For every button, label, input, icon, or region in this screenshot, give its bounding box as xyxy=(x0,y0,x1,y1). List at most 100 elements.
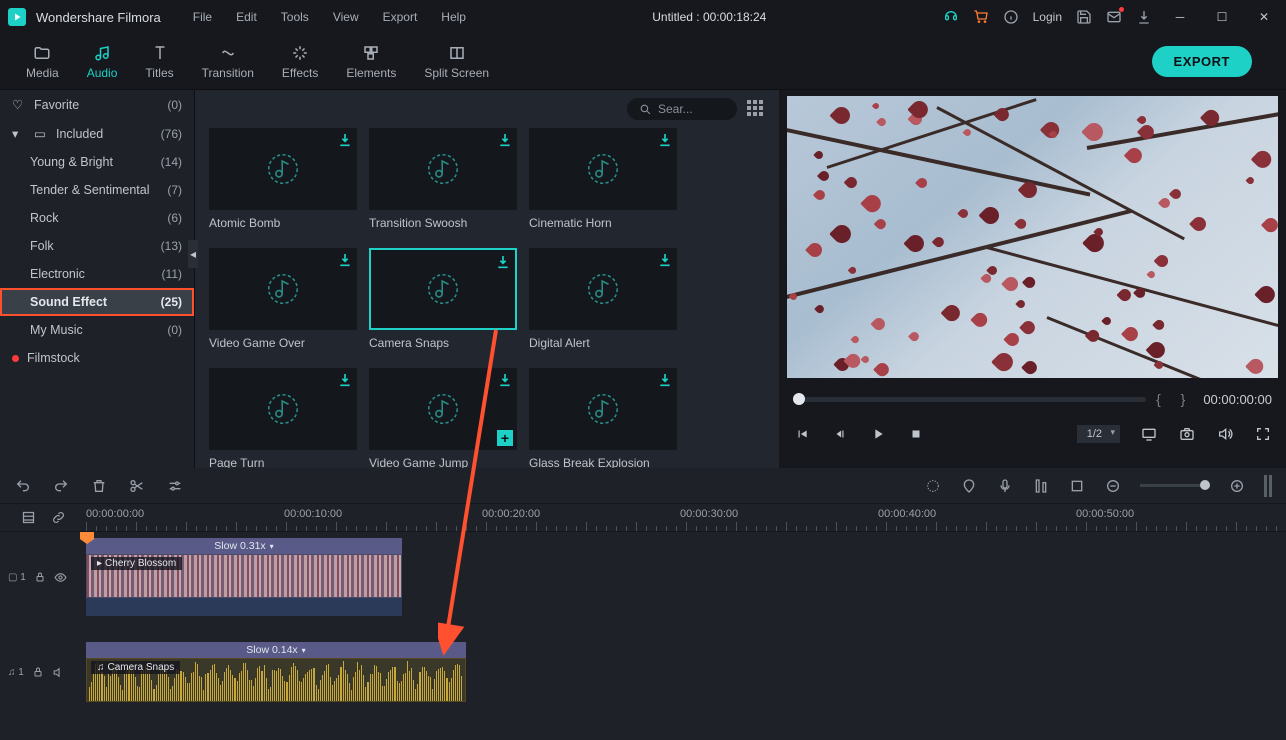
menu-edit[interactable]: Edit xyxy=(226,6,267,28)
menu-file[interactable]: File xyxy=(183,6,222,28)
sidebar-item-young-bright[interactable]: Young & Bright(14) xyxy=(0,148,194,176)
crop-icon[interactable] xyxy=(1068,477,1086,495)
display-icon[interactable] xyxy=(1140,425,1158,443)
sidebar-collapse-handle[interactable]: ◂ xyxy=(188,240,198,268)
timeline-end-icon[interactable] xyxy=(1264,475,1272,497)
video-speed-bar[interactable]: Slow 0.31x xyxy=(86,538,402,554)
tab-elements[interactable]: Elements xyxy=(332,39,410,84)
audio-clip-item[interactable]: Glass Break Explosion xyxy=(529,368,677,468)
cart-icon[interactable] xyxy=(973,9,989,25)
marker-icon[interactable] xyxy=(960,477,978,495)
window-minimize[interactable]: ─ xyxy=(1166,3,1194,31)
download-icon[interactable] xyxy=(497,372,513,388)
add-to-timeline-icon[interactable]: + xyxy=(497,430,513,446)
sidebar-item-tender[interactable]: Tender & Sentimental(7) xyxy=(0,176,194,204)
zoom-in-button[interactable] xyxy=(1228,477,1246,495)
info-icon[interactable] xyxy=(1003,9,1019,25)
progress-handle[interactable] xyxy=(793,393,805,405)
audio-clip-item[interactable]: Digital Alert xyxy=(529,248,677,350)
prev-frame-button[interactable] xyxy=(793,425,811,443)
sidebar-item-sound-effect[interactable]: Sound Effect(25) xyxy=(0,288,194,316)
split-button[interactable] xyxy=(128,477,146,495)
redo-button[interactable] xyxy=(52,477,70,495)
clip-thumbnail[interactable] xyxy=(529,128,677,210)
volume-icon[interactable] xyxy=(1216,425,1234,443)
record-icon[interactable] xyxy=(996,477,1014,495)
render-icon[interactable] xyxy=(924,477,942,495)
tab-effects[interactable]: Effects xyxy=(268,39,332,84)
download-icon[interactable] xyxy=(1136,9,1152,25)
menu-help[interactable]: Help xyxy=(431,6,476,28)
audio-clip[interactable]: Slow 0.14x ♫ Camera Snaps xyxy=(86,642,466,702)
play-button[interactable] xyxy=(869,425,887,443)
audio-clip-item[interactable]: Camera Snaps xyxy=(369,248,517,350)
sidebar-item-favorite[interactable]: ♡Favorite(0) xyxy=(0,90,194,119)
tab-audio[interactable]: Audio xyxy=(73,39,132,84)
fullscreen-icon[interactable] xyxy=(1254,425,1272,443)
tab-split-screen[interactable]: Split Screen xyxy=(410,39,503,84)
message-icon[interactable] xyxy=(1106,9,1122,25)
sidebar-item-filmstock[interactable]: Filmstock xyxy=(0,344,194,372)
save-icon[interactable] xyxy=(1076,9,1092,25)
mixer-icon[interactable] xyxy=(1032,477,1050,495)
clip-thumbnail[interactable] xyxy=(209,128,357,210)
download-icon[interactable] xyxy=(657,252,673,268)
speaker-icon[interactable] xyxy=(52,666,65,679)
playhead[interactable] xyxy=(86,532,88,740)
audio-clip-item[interactable]: Transition Swoosh xyxy=(369,128,517,230)
clip-thumbnail[interactable]: + xyxy=(369,368,517,450)
audio-clip-item[interactable]: Atomic Bomb xyxy=(209,128,357,230)
stop-button[interactable] xyxy=(907,425,925,443)
download-icon[interactable] xyxy=(337,372,353,388)
track-manager-icon[interactable] xyxy=(19,509,37,527)
window-close[interactable]: ✕ xyxy=(1250,3,1278,31)
tab-transition[interactable]: Transition xyxy=(188,39,268,84)
audio-clip-item[interactable]: Page Turn xyxy=(209,368,357,468)
audio-clip-item[interactable]: + Video Game Jump xyxy=(369,368,517,468)
grid-view-icon[interactable] xyxy=(747,100,765,118)
zoom-slider[interactable] xyxy=(1140,484,1210,487)
menu-view[interactable]: View xyxy=(323,6,369,28)
audio-speed-bar[interactable]: Slow 0.14x xyxy=(86,642,466,658)
search-input[interactable]: Sear... xyxy=(627,98,737,120)
clip-thumbnail[interactable] xyxy=(529,368,677,450)
range-braces[interactable]: { } xyxy=(1156,391,1193,407)
menu-tools[interactable]: Tools xyxy=(271,6,319,28)
clip-thumbnail[interactable] xyxy=(529,248,677,330)
tab-titles[interactable]: Titles xyxy=(131,39,187,84)
download-icon[interactable] xyxy=(337,252,353,268)
headset-icon[interactable] xyxy=(943,9,959,25)
link-icon[interactable] xyxy=(49,509,67,527)
window-maximize[interactable]: ☐ xyxy=(1208,3,1236,31)
clip-thumbnail[interactable] xyxy=(369,128,517,210)
login-link[interactable]: Login xyxy=(1033,10,1062,24)
clip-thumbnail[interactable] xyxy=(369,248,517,330)
sidebar-item-electronic[interactable]: Electronic(11) xyxy=(0,260,194,288)
tab-media[interactable]: Media xyxy=(12,39,73,84)
preview-progress[interactable] xyxy=(793,397,1146,402)
sidebar-item-my-music[interactable]: My Music(0) xyxy=(0,316,194,344)
sidebar-item-folk[interactable]: Folk(13) xyxy=(0,232,194,260)
undo-button[interactable] xyxy=(14,477,32,495)
lock-icon[interactable] xyxy=(32,666,44,678)
eye-icon[interactable] xyxy=(54,571,67,584)
audio-clip-item[interactable]: Cinematic Horn xyxy=(529,128,677,230)
clip-thumbnail[interactable] xyxy=(209,248,357,330)
delete-button[interactable] xyxy=(90,477,108,495)
page-selector[interactable]: 1/2 xyxy=(1077,425,1120,443)
export-button[interactable]: EXPORT xyxy=(1152,46,1252,77)
download-icon[interactable] xyxy=(657,132,673,148)
zoom-out-button[interactable] xyxy=(1104,477,1122,495)
frame-back-button[interactable] xyxy=(831,425,849,443)
download-icon[interactable] xyxy=(497,132,513,148)
menu-export[interactable]: Export xyxy=(373,6,428,28)
preview-video[interactable]: document.write(Array.from({length:70},(_… xyxy=(787,96,1278,378)
video-clip[interactable]: Slow 0.31x ▸ Cherry Blossom xyxy=(86,538,402,616)
download-icon[interactable] xyxy=(337,132,353,148)
download-icon[interactable] xyxy=(495,254,511,270)
adjust-button[interactable] xyxy=(166,477,184,495)
lock-icon[interactable] xyxy=(34,571,46,583)
sidebar-item-rock[interactable]: Rock(6) xyxy=(0,204,194,232)
snapshot-icon[interactable] xyxy=(1178,425,1196,443)
audio-clip-item[interactable]: Video Game Over xyxy=(209,248,357,350)
